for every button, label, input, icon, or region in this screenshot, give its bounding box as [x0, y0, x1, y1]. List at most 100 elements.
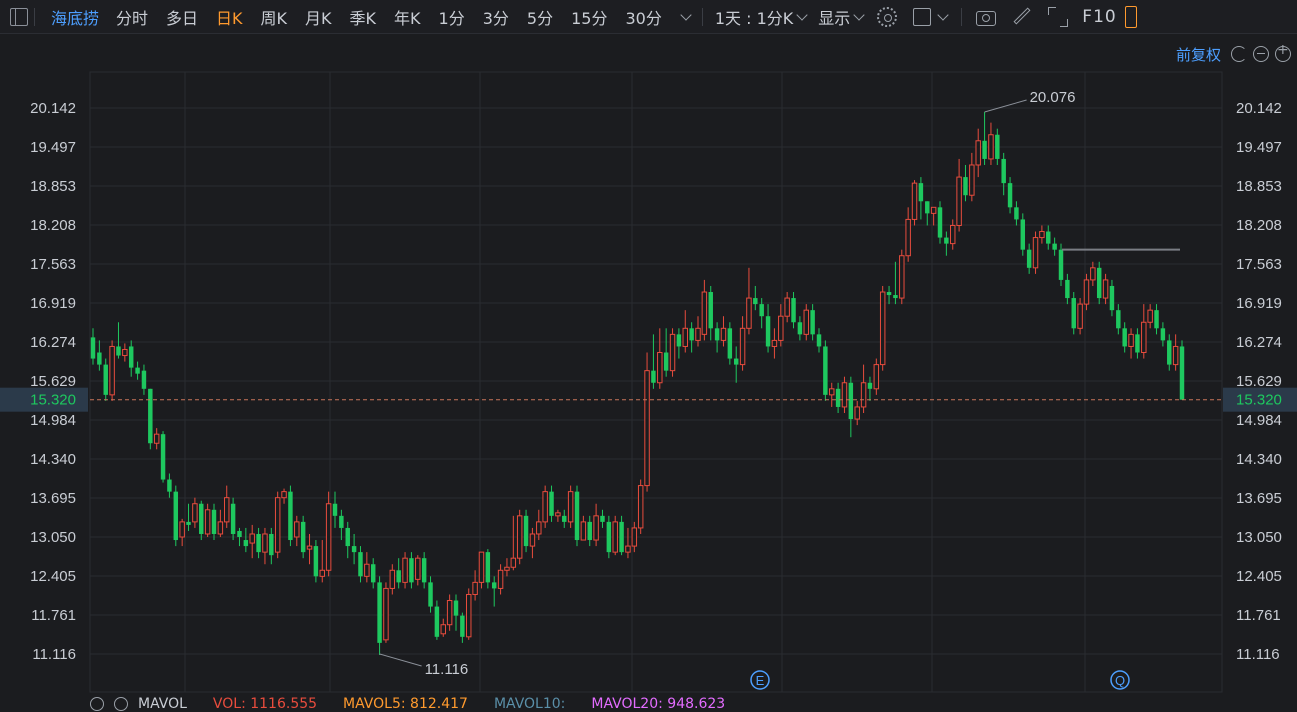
candle-body-up	[153, 433, 160, 444]
candle	[1065, 273, 1070, 305]
y-tick-label-left: 19.497	[30, 139, 76, 156]
candle-body-down	[925, 201, 930, 214]
candle-body-down	[1052, 243, 1057, 250]
candle-body-up	[536, 521, 542, 535]
candle-body-down	[937, 207, 943, 238]
candle	[995, 128, 1000, 165]
candle-body-up	[192, 503, 198, 523]
candle-body-down	[345, 527, 350, 547]
candle	[918, 177, 924, 220]
candle-body-down	[848, 382, 854, 420]
candle-body-down	[753, 298, 758, 305]
candle	[224, 485, 230, 528]
candle	[160, 431, 166, 483]
candle-body-up	[905, 218, 911, 257]
volume-indicator-bar: MAVOL VOL: 1116.555 MAVOL5: 812.417 MAVO…	[90, 696, 1297, 712]
candle	[950, 219, 956, 250]
candle-body-up	[383, 587, 389, 641]
y-tick-label-left: 14.340	[30, 451, 76, 468]
candle-body-down	[574, 491, 580, 541]
candle-body-down	[148, 388, 153, 444]
candle	[988, 122, 994, 165]
candles	[90, 111, 1185, 655]
candle	[619, 515, 624, 556]
candle	[727, 322, 733, 365]
low-annotation-leader	[379, 653, 422, 667]
candle-body-down	[90, 337, 96, 359]
candle-body-up	[478, 551, 485, 583]
candle	[173, 485, 179, 547]
candle-body-down	[186, 521, 191, 525]
plot-frame	[89, 71, 1223, 693]
candle-body-up	[249, 533, 255, 544]
y-tick-label-right: 18.208	[1236, 217, 1282, 234]
candle-body-down	[421, 558, 427, 583]
candle	[791, 292, 796, 329]
candle	[294, 515, 300, 547]
candle-body-up	[637, 485, 644, 529]
candle	[1128, 328, 1134, 359]
candlestick-chart[interactable]: 15.320 15.320 20.076 11.116 E Q 20.142 20.142 1…	[0, 0, 1297, 712]
candle-body-up	[224, 497, 230, 523]
candle-body-up	[593, 515, 599, 541]
candle	[396, 558, 401, 589]
y-tick-label-left: 14.984	[30, 412, 76, 429]
close-icon[interactable]	[114, 697, 128, 711]
candle-body-up	[389, 569, 396, 589]
indicator-name[interactable]: MAVOL	[138, 696, 187, 712]
y-tick-label-left: 15.629	[30, 373, 76, 390]
candle-body-down	[1154, 310, 1159, 329]
candle-body-up	[682, 327, 688, 347]
candle	[612, 515, 618, 556]
candle-body-up	[950, 224, 956, 245]
candle	[389, 564, 396, 595]
candle	[510, 515, 517, 571]
candle-body-up	[364, 563, 370, 577]
candle-body-down	[733, 358, 739, 365]
candle-body-up	[217, 521, 224, 535]
candle	[739, 316, 746, 371]
candle	[199, 500, 204, 541]
candle-body-down	[491, 582, 497, 589]
y-tick-label-left: 17.563	[30, 256, 76, 273]
candle-body-down	[1167, 340, 1172, 365]
y-tick-label-left: 11.761	[31, 607, 76, 624]
candle-body-down	[128, 346, 134, 368]
candle-body-down	[173, 491, 179, 541]
candle-body-up	[778, 315, 784, 341]
candle-body-down	[370, 564, 376, 583]
candle-body-down	[1179, 346, 1185, 400]
y-tick-label-right: 12.405	[1236, 568, 1282, 585]
candle	[325, 491, 332, 577]
candle	[969, 152, 975, 202]
candle-body-down	[562, 515, 567, 522]
candle	[810, 304, 815, 341]
candle	[1141, 304, 1147, 359]
candle	[243, 527, 249, 553]
candle-body-down	[886, 292, 892, 296]
y-tick-label-left: 13.050	[30, 529, 76, 546]
settings-icon[interactable]	[90, 697, 104, 711]
candle	[300, 515, 306, 559]
candle	[421, 552, 427, 589]
candle	[753, 285, 758, 311]
event-marker-label: E	[756, 673, 765, 688]
candle	[249, 524, 255, 559]
candle	[148, 388, 153, 450]
candle	[377, 576, 382, 655]
candle-body-up	[204, 509, 211, 535]
candle-body-down	[1026, 249, 1032, 268]
candle-body-up	[1032, 237, 1039, 269]
candle	[841, 376, 848, 414]
candle-body-down	[1007, 183, 1013, 208]
candle	[217, 509, 224, 538]
candle-body-up	[657, 352, 663, 384]
candle	[637, 479, 644, 534]
candle	[644, 352, 650, 492]
candle	[803, 304, 809, 341]
y-tick-label-right: 16.919	[1236, 295, 1282, 312]
candle-body-up	[274, 497, 281, 553]
candle-body-up	[669, 333, 676, 372]
candle-body-down	[97, 352, 102, 365]
candle-body-up	[841, 382, 848, 408]
